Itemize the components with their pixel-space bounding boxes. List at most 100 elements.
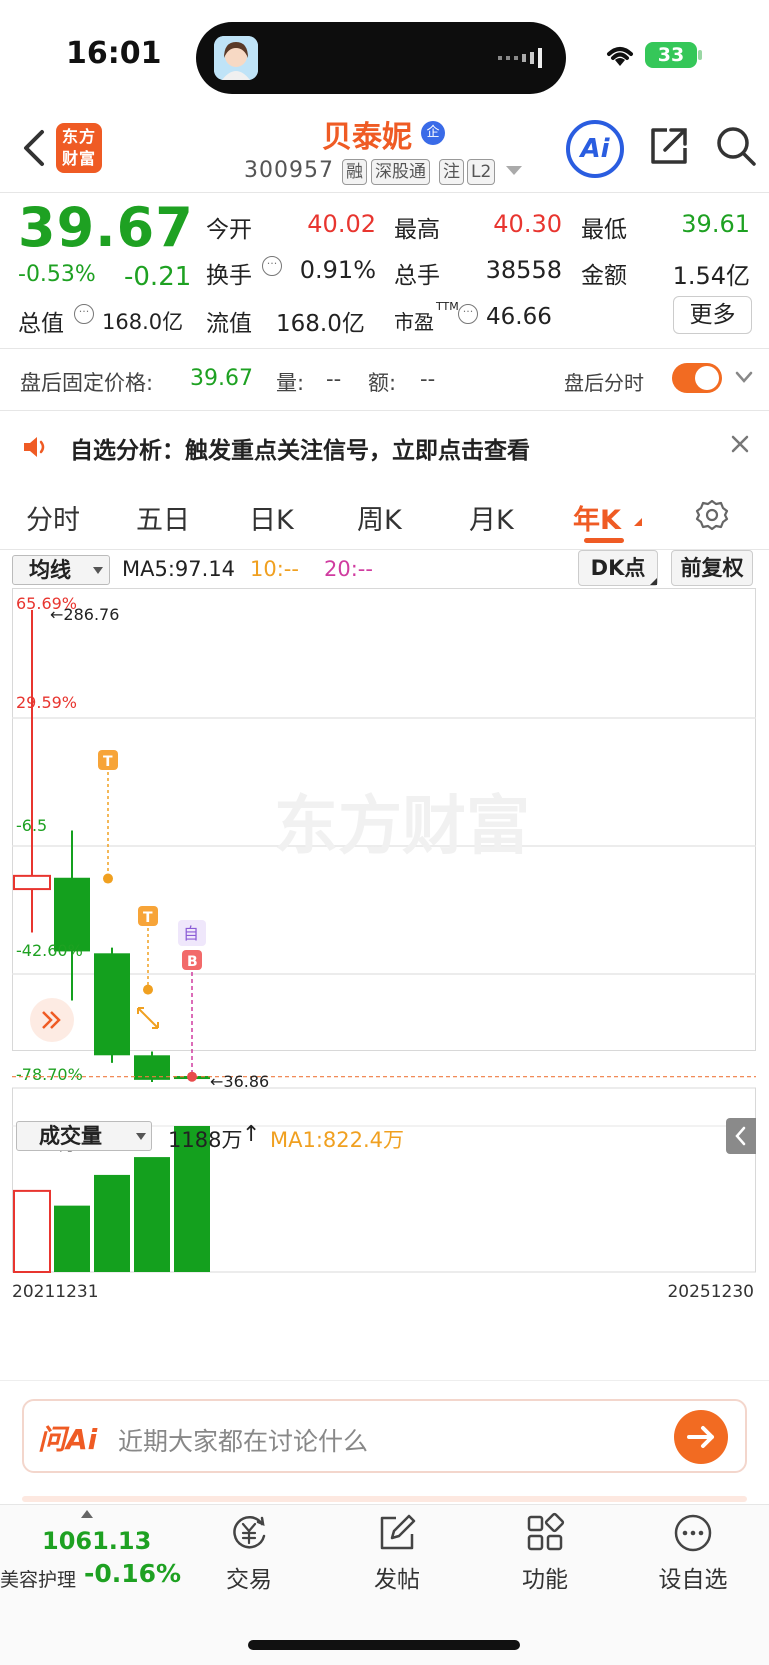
- float-value: 168.0亿: [276, 311, 365, 337]
- tab-daily-k[interactable]: 日K: [249, 498, 294, 537]
- tab-add-watchlist[interactable]: 设自选: [643, 1512, 743, 1594]
- status-time: 16:01: [66, 36, 162, 71]
- gear-icon[interactable]: [695, 498, 729, 532]
- expand-up-icon[interactable]: [81, 1510, 93, 1518]
- pe-sup: TTM: [436, 300, 459, 313]
- notice-text[interactable]: 自选分析：触发重点关注信号，立即点击查看: [70, 431, 530, 465]
- volume-arrow: ↑: [242, 1122, 261, 1147]
- watermark: 东方财富: [274, 790, 530, 864]
- float-value-label: 流值: [206, 311, 252, 337]
- y-axis-label: -78.70%: [16, 1065, 83, 1084]
- trade-marker: T: [138, 906, 158, 995]
- promo-strip: [22, 1496, 747, 1502]
- tab-five-day[interactable]: 五日: [136, 498, 190, 537]
- candle: [94, 947, 130, 1063]
- volume-ma1: MA1:822.4万: [270, 1128, 405, 1152]
- speaker-icon: [24, 437, 45, 457]
- change-percent: -0.53%: [18, 262, 96, 287]
- after-hours-divider: [0, 410, 769, 411]
- volume-bar: [13, 1189, 51, 1274]
- quote-divider: [0, 348, 769, 349]
- dk-point-button[interactable]: DK点: [578, 550, 658, 586]
- ask-ai-send-button[interactable]: [674, 1410, 728, 1464]
- chevron-down-icon[interactable]: [506, 166, 522, 175]
- sector-index-change[interactable]: -0.16%: [84, 1559, 181, 1588]
- collapse-panel-button[interactable]: [726, 1118, 756, 1154]
- ma-select-label: 均线: [29, 558, 71, 582]
- tag-registration: 注: [439, 159, 464, 185]
- after-hours-amt: --: [420, 367, 436, 391]
- y-axis-label: -6.5: [16, 816, 47, 835]
- close-icon[interactable]: [729, 433, 751, 455]
- after-hours-vol: --: [326, 367, 342, 391]
- pe-label: 市盈: [394, 310, 434, 334]
- kline-chart[interactable]: 东方财富65.69%29.59%-6.5-42.60%-78.70%←286.7…: [12, 588, 756, 1360]
- post-icon: [380, 1514, 416, 1550]
- tab-functions[interactable]: 功能: [495, 1512, 595, 1594]
- change-amount: -0.21: [124, 262, 192, 292]
- candle: [54, 830, 90, 1001]
- chevron-down-icon[interactable]: [735, 370, 753, 384]
- ask-ai-input[interactable]: 近期大家都在讨论什么: [118, 1422, 368, 1458]
- adjust-button[interactable]: 前复权: [671, 550, 753, 586]
- ma20-value: 20:--: [324, 557, 373, 581]
- candle-body: [94, 953, 130, 1056]
- ai-button[interactable]: Ai: [566, 120, 624, 178]
- total-value-label: 总值: [18, 311, 64, 337]
- volume-bar: [134, 1157, 170, 1272]
- audio-wave-icon: [498, 48, 542, 68]
- ma10-value: 10:--: [250, 557, 299, 581]
- sector-index-value[interactable]: 1061.13: [42, 1527, 151, 1555]
- stock-code: 300957: [244, 158, 334, 183]
- arrow-right-icon: [687, 1426, 714, 1448]
- volume-select-label: 成交量: [39, 1124, 102, 1148]
- more-button[interactable]: 更多: [673, 296, 752, 334]
- candle: [134, 1051, 170, 1082]
- marker-dot: [143, 984, 153, 995]
- volume-select[interactable]: 成交量: [16, 1121, 152, 1151]
- y-axis-label: 29.59%: [16, 693, 77, 712]
- volume-bar: [94, 1174, 130, 1272]
- volume-bar: [54, 1205, 90, 1272]
- logo-text-bottom: 财富: [61, 149, 96, 168]
- after-hours-label: 盘后固定价格:: [20, 371, 154, 395]
- candle-body: [13, 874, 51, 891]
- tag-margin: 融: [342, 159, 367, 185]
- tab-yearly-k[interactable]: 年K: [573, 498, 621, 537]
- open-label: 今开: [206, 217, 252, 243]
- search-icon[interactable]: [714, 124, 758, 168]
- tab-intraday[interactable]: 分时: [26, 498, 80, 537]
- sector-index-name[interactable]: 美容护理: [0, 1565, 76, 1592]
- ma5-value: MA5:97.14: [122, 557, 236, 581]
- buy-marker: 自B: [178, 920, 206, 1082]
- amount-label: 金额: [581, 263, 627, 289]
- total-value-info-icon[interactable]: ···: [74, 304, 94, 325]
- back-icon[interactable]: [18, 128, 48, 168]
- after-hours-toggle[interactable]: [672, 363, 722, 393]
- tab-post[interactable]: 发帖: [347, 1512, 447, 1594]
- home-indicator: [248, 1640, 520, 1650]
- avatar: [214, 36, 258, 80]
- self-text: 自: [183, 924, 199, 943]
- tab-trade[interactable]: 交易: [199, 1512, 299, 1594]
- app-logo[interactable]: 东方 财富: [56, 123, 102, 173]
- apps-icon: [527, 1512, 565, 1551]
- pe-info-icon[interactable]: ···: [458, 304, 478, 325]
- enterprise-badge: 企: [421, 121, 445, 145]
- buy-dot: [187, 1071, 197, 1082]
- open-value: 40.02: [307, 210, 376, 238]
- after-hours-amt-label: 额:: [368, 371, 397, 395]
- tab-monthly-k[interactable]: 月K: [469, 498, 514, 537]
- share-icon[interactable]: [647, 124, 691, 168]
- after-hours-vol-label: 量:: [276, 371, 305, 395]
- low-value: 39.61: [681, 210, 750, 238]
- turnover-info-icon[interactable]: ···: [262, 256, 282, 277]
- stock-name[interactable]: 贝泰妮: [322, 112, 412, 156]
- volume-label: 总手: [394, 263, 440, 289]
- volume-value: 1188万: [168, 1128, 243, 1152]
- marker-text: T: [103, 754, 113, 770]
- tab-weekly-k[interactable]: 周K: [357, 498, 402, 537]
- trade-marker: T: [98, 750, 118, 884]
- wifi-icon: [607, 47, 633, 66]
- dk-corner-icon: [650, 578, 657, 585]
